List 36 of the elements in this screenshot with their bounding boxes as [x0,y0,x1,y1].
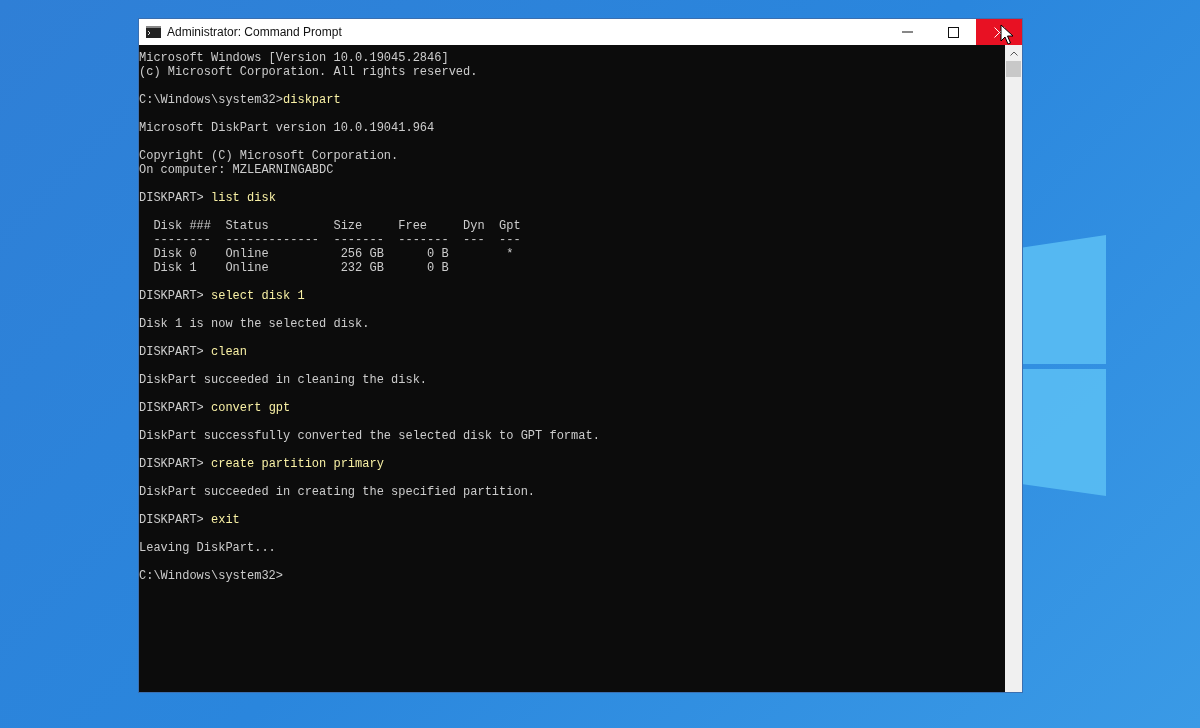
console-app-icon [146,26,161,38]
console-line: Copyright (C) Microsoft Corporation. [139,149,399,163]
scrollbar-thumb[interactable] [1006,61,1021,77]
console-line: (c) Microsoft Corporation. All rights reserved. [139,65,478,79]
console-line: DiskPart succeeded in creating the specified partition. [139,485,536,499]
console-prompt: DISKPART> [139,345,205,359]
console-prompt: DISKPART> [139,401,205,415]
console-line: On computer: MZLEARNINGABDC [139,163,334,177]
console-line: Disk 1 is now the selected disk. [139,317,370,331]
console-prompt: DISKPART> [139,513,205,527]
console-prompt: C:\Windows\system32> [139,93,284,107]
console-command: clean [211,345,248,359]
console-line: Microsoft DiskPart version 10.0.19041.964 [139,121,435,135]
console-prompt: DISKPART> [139,191,205,205]
console-line: C:\Windows\system32> [139,569,284,583]
minimize-icon [901,31,913,33]
console-command: select disk 1 [211,289,305,303]
console-prompt: DISKPART> [139,457,205,471]
console-command: diskpart [283,93,341,107]
mouse-cursor-icon [1000,24,1014,45]
console-line: Disk 0 Online 256 GB 0 B * [152,247,514,261]
console-prompt: DISKPART> [139,289,205,303]
window-title: Administrator: Command Prompt [167,24,342,41]
console-line: DiskPart succeeded in cleaning the disk. [139,373,428,387]
console-line: Microsoft Windows [Version 10.0.19045.2846] [139,51,449,65]
console-line: Disk 1 Online 232 GB 0 B [152,261,449,275]
console-command: create partition primary [211,457,384,471]
console-command: convert gpt [211,401,291,415]
console-line: Disk ### Status Size Free Dyn Gpt [152,219,521,233]
console-command: list disk [211,191,276,205]
maximize-icon [947,26,959,38]
vertical-scrollbar[interactable] [1005,45,1022,692]
console-line: -------- ------------- ------- ------- --- --- [152,233,521,247]
console-command: exit [211,513,240,527]
console-line: DiskPart successfully converted the selected disk to GPT format. [139,429,600,443]
console-line: Leaving DiskPart... [139,541,276,555]
